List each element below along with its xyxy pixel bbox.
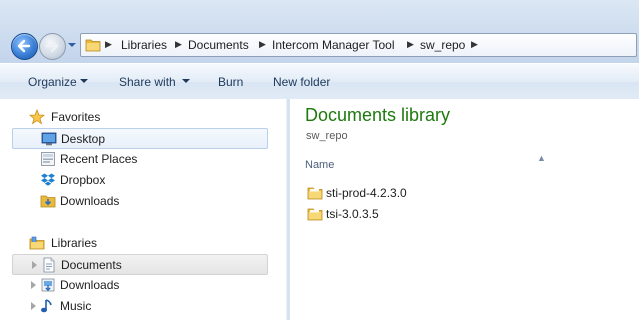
music-library-icon — [41, 299, 52, 313]
expand-arrow-icon[interactable] — [31, 281, 36, 289]
nav-item-music[interactable]: Music — [12, 296, 268, 317]
address-bar[interactable]: ▶ Libraries ▶ Documents ▶ Intercom Manag… — [80, 33, 637, 57]
dropbox-icon — [41, 173, 55, 186]
back-arrow-icon — [17, 39, 31, 53]
expand-arrow-icon[interactable] — [31, 302, 36, 310]
sort-ascending-icon: ▲ — [537, 153, 546, 163]
breadcrumb-separator[interactable]: ▶ — [407, 39, 414, 50]
burn-button[interactable]: Burn — [218, 75, 243, 89]
breadcrumb-intercom-manager-tool[interactable]: Intercom Manager Tool — [272, 38, 395, 52]
breadcrumb-libraries[interactable]: Libraries — [121, 38, 167, 52]
forward-button[interactable] — [39, 33, 66, 60]
file-name: tsi-3.0.3.5 — [326, 207, 379, 221]
nav-item-downloads[interactable]: Downloads — [12, 191, 268, 212]
nav-item-library-downloads[interactable]: Downloads — [12, 275, 268, 296]
nav-item-label: Documents — [61, 258, 122, 272]
nav-libraries-header[interactable]: Libraries — [12, 233, 282, 254]
libraries-icon — [29, 236, 45, 250]
explorer-window: ▶ Libraries ▶ Documents ▶ Intercom Manag… — [0, 0, 639, 320]
navigation-bar: ▶ Libraries ▶ Documents ▶ Intercom Manag… — [0, 0, 639, 63]
favorites-label: Favorites — [51, 110, 101, 124]
content-pane: Documents library sw_repo Name ▲ sti-pro… — [290, 99, 639, 320]
breadcrumb-separator[interactable]: ▶ — [105, 39, 112, 50]
breadcrumb-separator[interactable]: ▶ — [175, 39, 182, 50]
folder-icon — [307, 187, 323, 200]
expand-arrow-icon[interactable] — [32, 261, 37, 269]
folder-icon — [307, 208, 323, 221]
nav-item-label: Dropbox — [60, 173, 106, 187]
downloads-folder-icon — [40, 195, 56, 208]
nav-item-label: Music — [60, 299, 92, 313]
organize-button[interactable]: Organize — [28, 75, 77, 89]
libraries-label: Libraries — [51, 236, 98, 250]
back-button[interactable] — [11, 33, 38, 60]
breadcrumb-documents[interactable]: Documents — [188, 38, 249, 52]
library-subtitle: sw_repo — [306, 130, 348, 142]
nav-item-label: Desktop — [61, 132, 106, 146]
column-header-name[interactable]: Name — [305, 159, 334, 171]
breadcrumb-sw-repo[interactable]: sw_repo — [420, 38, 465, 52]
new-folder-button[interactable]: New folder — [273, 75, 330, 89]
nav-item-recent-places[interactable]: Recent Places — [12, 149, 268, 170]
command-toolbar: Organize Share with Burn New folder — [0, 64, 639, 100]
favorites-star-icon — [29, 109, 45, 125]
share-with-button[interactable]: Share with — [119, 75, 176, 89]
documents-library-icon — [43, 257, 55, 273]
nav-item-label: Recent Places — [60, 152, 138, 166]
nav-item-label: Downloads — [60, 278, 120, 292]
organize-dropdown-icon — [80, 79, 88, 83]
file-row[interactable]: sti-prod-4.2.3.0 — [305, 183, 505, 203]
breadcrumb-separator[interactable]: ▶ — [259, 39, 266, 50]
breadcrumb-separator[interactable]: ▶ — [471, 39, 478, 50]
recent-places-icon — [41, 152, 55, 166]
nav-item-dropbox[interactable]: Dropbox — [12, 170, 268, 191]
nav-item-documents[interactable]: Documents — [12, 254, 268, 275]
nav-item-desktop[interactable]: Desktop — [12, 128, 268, 149]
share-with-dropdown-icon — [182, 79, 190, 83]
file-name: sti-prod-4.2.3.0 — [326, 186, 407, 200]
desktop-icon — [41, 132, 57, 146]
nav-favorites-header[interactable]: Favorites — [12, 107, 282, 128]
folder-icon — [85, 39, 101, 52]
file-row[interactable]: tsi-3.0.3.5 — [305, 204, 505, 224]
nav-item-label: Downloads — [60, 194, 120, 208]
library-title: Documents library — [305, 105, 451, 125]
navigation-pane: Favorites Desktop Recent Places Dropbox … — [0, 99, 286, 320]
forward-arrow-icon — [45, 39, 59, 53]
downloads-library-icon — [41, 278, 55, 292]
recent-pages-dropdown-icon[interactable] — [67, 40, 77, 50]
